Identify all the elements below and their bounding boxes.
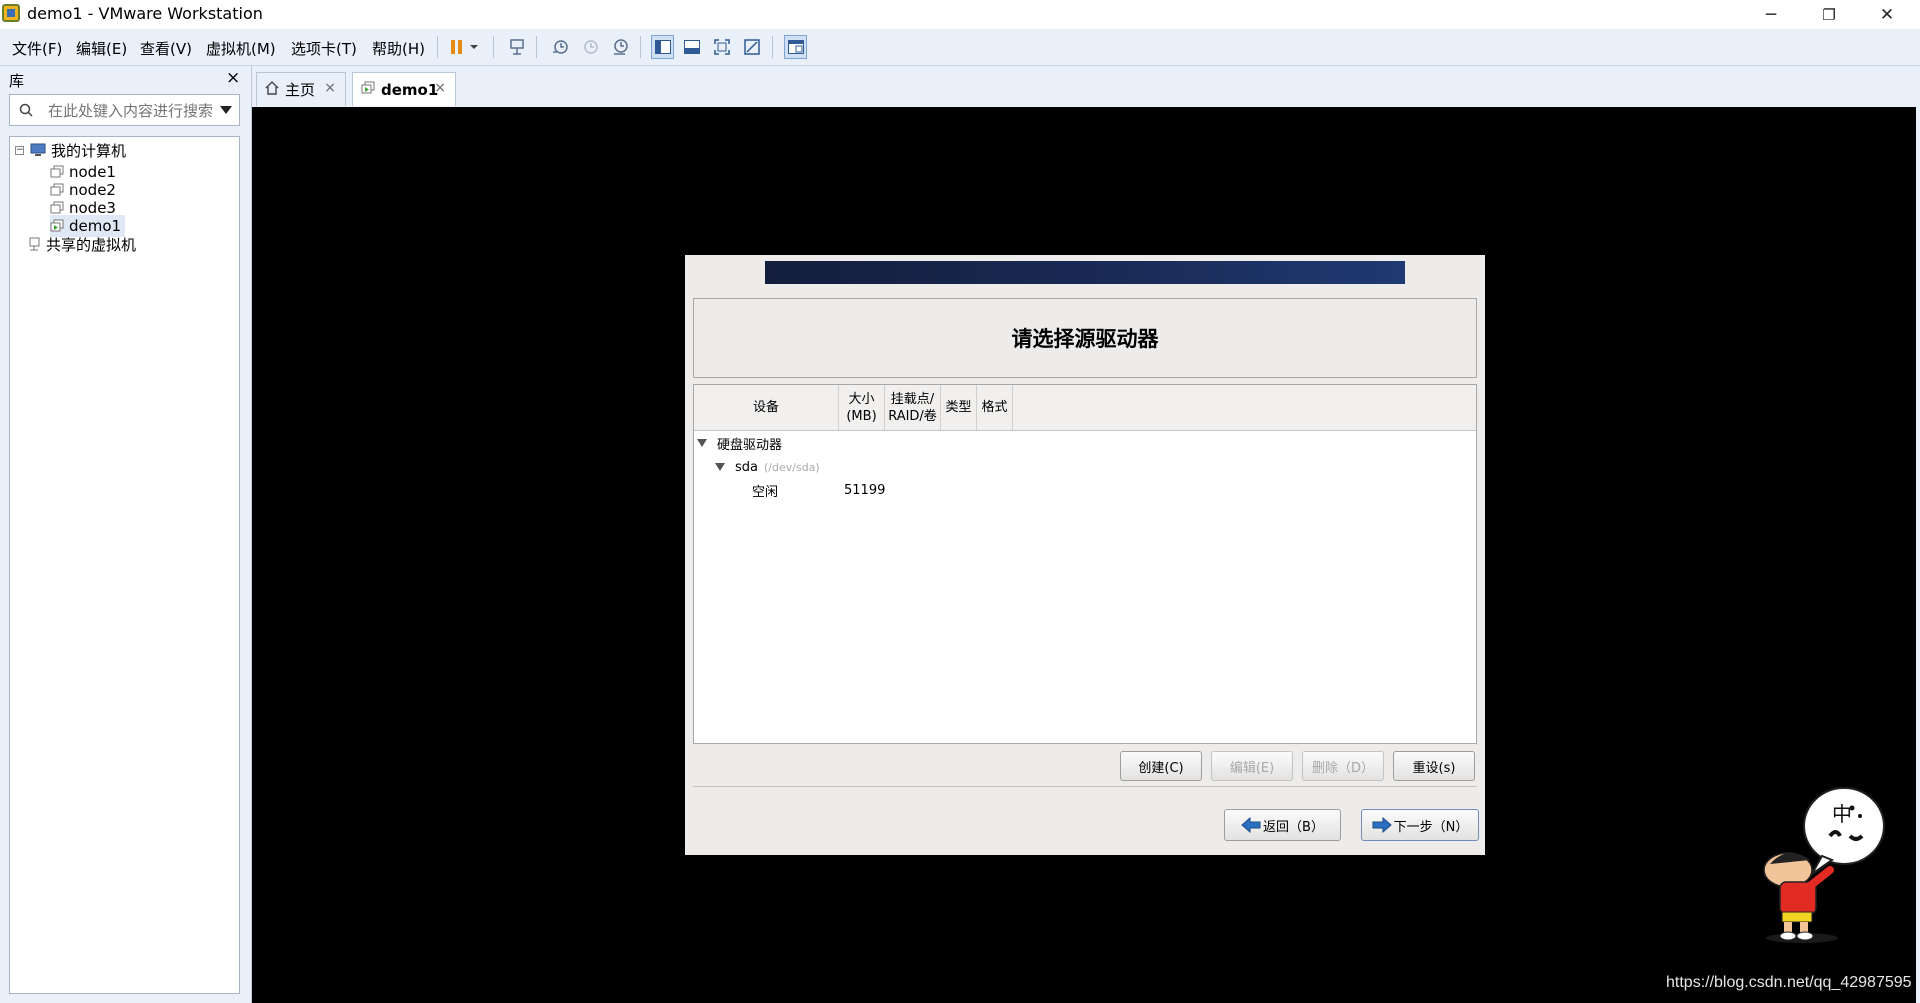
shared-vm-icon <box>27 237 41 251</box>
vmware-app-icon <box>2 4 20 22</box>
expand-triangle-icon[interactable] <box>715 463 725 471</box>
tree-label: 我的计算机 <box>51 141 127 160</box>
search-input[interactable] <box>46 99 220 123</box>
row-size: 51199 <box>844 482 886 498</box>
menu-help[interactable]: 帮助(H) <box>372 38 425 59</box>
next-arrow-icon <box>1372 817 1392 833</box>
library-close-button[interactable]: × <box>226 68 240 88</box>
reset-button[interactable]: 重设(s) <box>1393 751 1475 781</box>
snapshot-icon[interactable] <box>550 37 570 57</box>
library-view-icon[interactable] <box>651 35 674 59</box>
table-row[interactable]: 硬盘驱动器 <box>697 433 782 453</box>
tree-node-my-computer[interactable]: − 我的计算机 <box>15 139 126 161</box>
back-button[interactable]: 返回（B） <box>1224 809 1341 841</box>
search-dropdown-icon[interactable] <box>220 106 232 114</box>
tree-label: 共享的虚拟机 <box>46 235 137 254</box>
installer-banner <box>765 261 1405 284</box>
row-label: sda <box>735 459 758 475</box>
vm-icon <box>50 165 64 179</box>
tab-label: 主页 <box>285 81 316 99</box>
computer-icon <box>30 143 46 157</box>
divider <box>693 786 1477 787</box>
close-tab-button[interactable]: × <box>324 80 336 96</box>
mascot-sticker: 中 <box>1752 786 1892 946</box>
tab-strip: 主页 × demo1 × <box>252 66 1920 107</box>
back-arrow-icon <box>1241 817 1261 833</box>
unity-icon[interactable] <box>742 37 762 57</box>
page-title: 请选择源驱动器 <box>1011 327 1159 351</box>
title-bar: demo1 - VMware Workstation ─ ❐ ✕ <box>0 0 1920 29</box>
drive-table[interactable]: 设备 大小 (MB) 挂载点/ RAID/卷 类型 格式 硬盘驱动器 sda (… <box>693 384 1477 744</box>
toolbar-separator <box>437 36 438 58</box>
home-icon <box>265 80 279 99</box>
toolbar-separator <box>640 36 641 58</box>
next-button[interactable]: 下一步（N） <box>1361 809 1479 841</box>
library-tree: − 我的计算机 node1 node2 node3 demo1 共享的虚拟机 <box>9 136 240 994</box>
row-label: 硬盘驱动器 <box>717 437 783 453</box>
revert-snapshot-icon[interactable] <box>580 37 600 57</box>
menu-toolbar: 文件(F) 编辑(E) 查看(V) 虚拟机(M) 选项卡(T) 帮助(H) <box>0 29 1920 66</box>
create-button[interactable]: 创建(C) <box>1120 751 1202 781</box>
table-header: 设备 大小 (MB) 挂载点/ RAID/卷 类型 格式 <box>694 385 1476 431</box>
toolbar-separator <box>536 36 537 58</box>
table-row[interactable]: 空闲 <box>752 480 778 500</box>
vm-icon <box>50 183 64 197</box>
send-keys-icon[interactable] <box>507 37 527 57</box>
menu-edit[interactable]: 编辑(E) <box>76 38 127 59</box>
fullscreen-icon[interactable] <box>712 37 732 57</box>
close-window-button[interactable]: ✕ <box>1858 0 1916 29</box>
dropdown-icon[interactable] <box>468 37 480 57</box>
column-mount[interactable]: 挂载点/ RAID/卷 <box>885 385 941 430</box>
row-label: 空闲 <box>752 484 779 500</box>
menu-tabs[interactable]: 选项卡(T) <box>291 38 357 59</box>
minimize-button[interactable]: ─ <box>1742 0 1800 29</box>
library-title: 库 <box>9 72 25 90</box>
watermark-text: https://blog.csdn.net/qq_42987595 <box>1666 974 1912 991</box>
sticker-text: 中 <box>1832 802 1852 826</box>
library-search-box[interactable] <box>9 94 240 126</box>
snapshot-manager-icon[interactable] <box>610 37 630 57</box>
vm-running-icon <box>361 81 375 99</box>
column-format[interactable]: 格式 <box>977 385 1013 430</box>
right-edge <box>1916 66 1920 1003</box>
close-tab-button[interactable]: × <box>434 80 446 96</box>
edit-button[interactable]: 编辑(E) <box>1211 751 1293 781</box>
heading-panel: 请选择源驱动器 <box>693 298 1477 378</box>
menu-view[interactable]: 查看(V) <box>140 38 192 59</box>
thumbnail-view-icon[interactable] <box>682 37 702 57</box>
expand-triangle-icon[interactable] <box>697 439 707 447</box>
search-icon <box>19 103 33 121</box>
vm-icon <box>50 201 64 215</box>
tab-home[interactable]: 主页 × <box>256 72 346 106</box>
delete-button[interactable]: 删除（D） <box>1302 751 1384 781</box>
tab-demo1[interactable]: demo1 × <box>352 72 456 106</box>
next-label: 下一步（N） <box>1393 819 1469 835</box>
installer-window: 请选择源驱动器 设备 大小 (MB) 挂载点/ RAID/卷 类型 格式 硬盘驱… <box>685 255 1485 855</box>
console-view-icon[interactable] <box>784 35 807 59</box>
collapse-toggle[interactable]: − <box>15 145 24 155</box>
vm-running-icon <box>50 219 64 233</box>
tree-node-shared-vms[interactable]: 共享的虚拟机 <box>27 233 136 255</box>
window-title: demo1 - VMware Workstation <box>27 4 263 23</box>
back-label: 返回（B） <box>1263 819 1324 835</box>
tab-label: demo1 <box>381 80 439 99</box>
column-device[interactable]: 设备 <box>694 385 839 430</box>
pause-icon[interactable] <box>447 37 467 57</box>
column-size[interactable]: 大小 (MB) <box>839 385 885 430</box>
library-panel: 库 × − 我的计算机 node1 node2 <box>0 66 252 1003</box>
menu-vm[interactable]: 虚拟机(M) <box>206 38 276 59</box>
restore-button[interactable]: ❐ <box>1800 0 1858 29</box>
toolbar-separator <box>772 36 773 58</box>
table-row[interactable]: sda (/dev/sda) <box>715 457 820 477</box>
menu-file[interactable]: 文件(F) <box>12 38 62 59</box>
column-type[interactable]: 类型 <box>941 385 977 430</box>
toolbar-separator <box>493 36 494 58</box>
row-path: (/dev/sda) <box>764 460 820 474</box>
